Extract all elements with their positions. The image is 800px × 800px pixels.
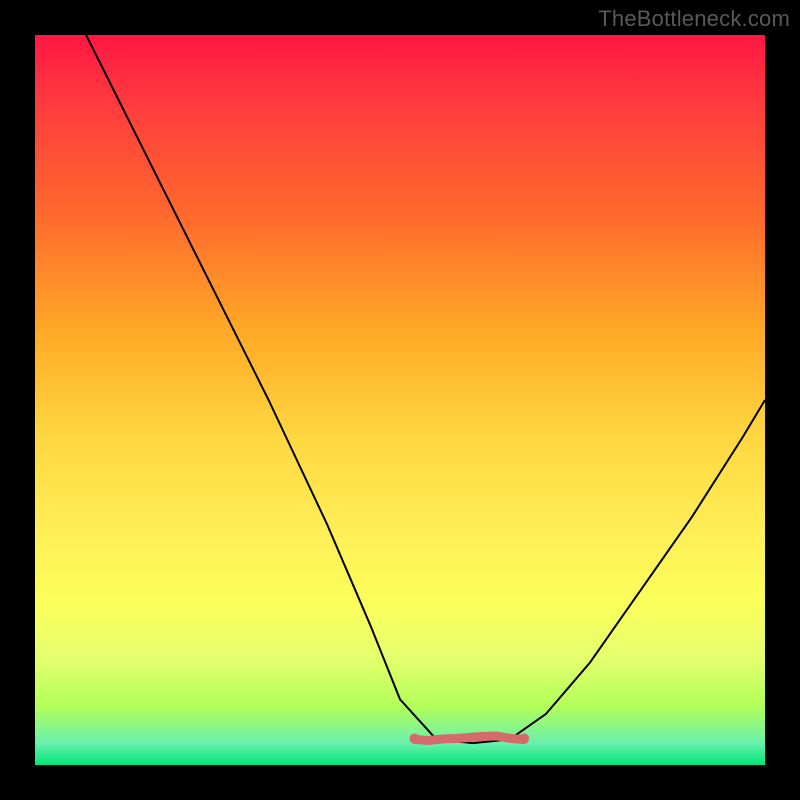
chart-svg [35, 35, 765, 765]
watermark-text: TheBottleneck.com [598, 6, 790, 32]
chart-plot-area [35, 35, 765, 765]
optimal-range-highlight [410, 733, 529, 743]
bottleneck-curve [86, 35, 765, 743]
